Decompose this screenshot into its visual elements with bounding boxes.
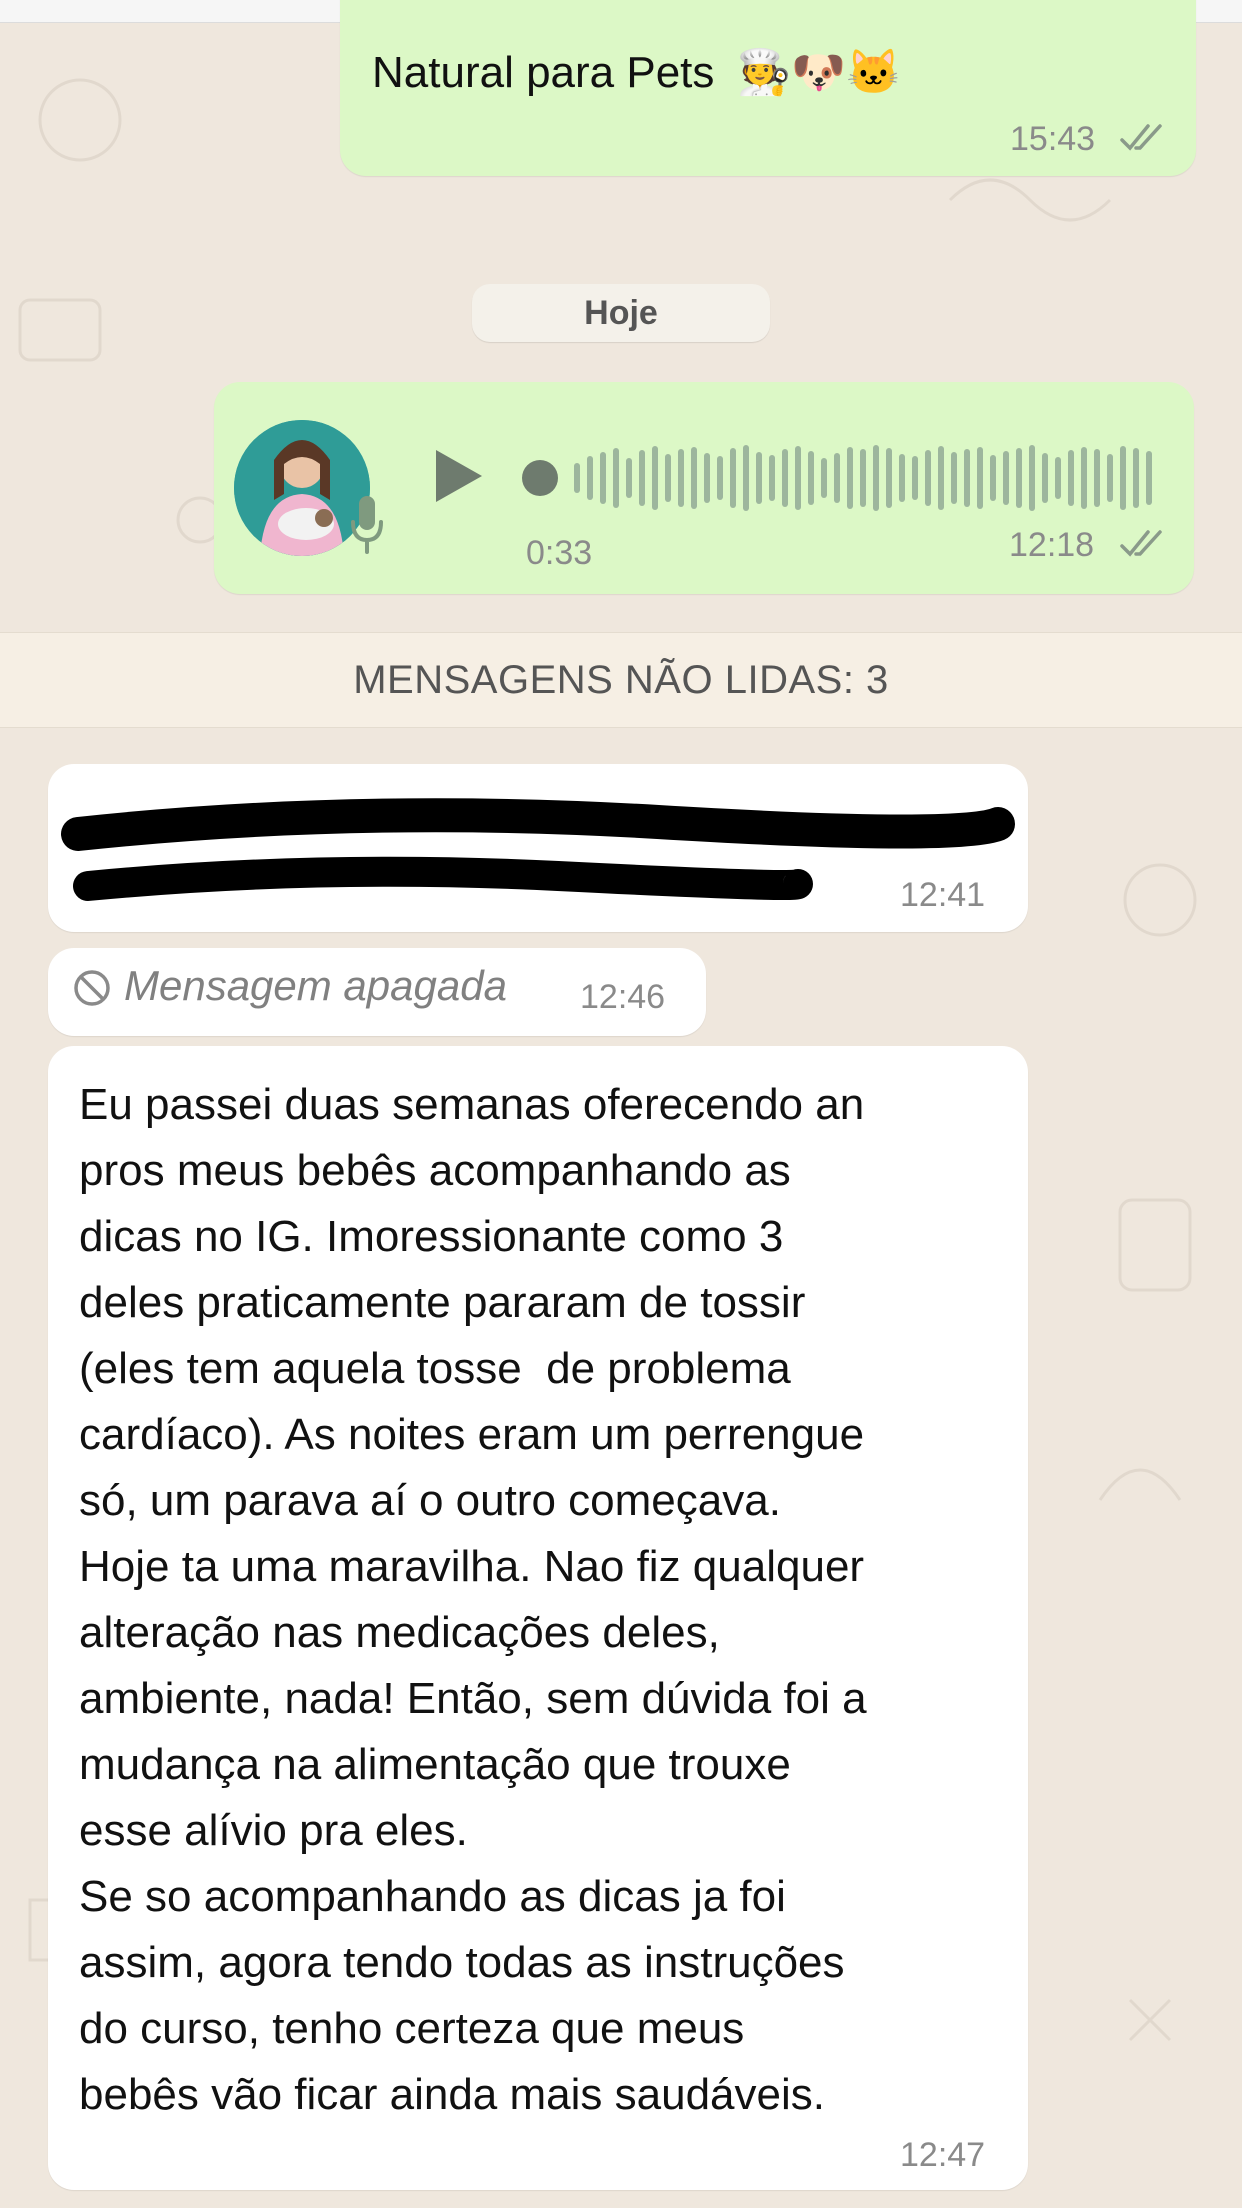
message-time: 15:43 xyxy=(1010,120,1096,158)
waveform-bar xyxy=(1042,453,1048,503)
waveform-bar xyxy=(574,463,580,493)
incoming-message-redacted[interactable]: 12:41 xyxy=(48,764,1028,932)
waveform-bar xyxy=(860,449,866,507)
audio-waveform[interactable] xyxy=(518,438,1158,518)
waveform-bar xyxy=(665,454,671,502)
waveform-bar xyxy=(587,456,593,500)
waveform-bar xyxy=(1146,451,1152,505)
waveform-bar xyxy=(691,447,697,509)
waveform-bar xyxy=(977,447,983,509)
audio-message[interactable]: 0:33 12:18 xyxy=(214,382,1194,594)
waveform-bar xyxy=(756,452,762,504)
waveform-bar xyxy=(1003,451,1009,505)
waveform-bar xyxy=(717,456,723,500)
waveform-bar xyxy=(613,448,619,508)
waveform-bar xyxy=(704,453,710,503)
waveform-bar xyxy=(821,458,827,498)
waveform-bar xyxy=(1133,448,1139,508)
waveform-bar xyxy=(899,454,905,502)
double-check-icon xyxy=(1120,124,1162,151)
deleted-message[interactable]: Mensagem apagada 12:46 xyxy=(48,948,706,1036)
waveform-bar xyxy=(626,458,632,498)
waveform-bar xyxy=(1068,450,1074,506)
waveform-bar xyxy=(938,446,944,510)
message-time: 12:18 xyxy=(1009,526,1095,564)
message-text: Natural para Pets xyxy=(372,48,715,97)
double-check-icon xyxy=(1120,530,1162,557)
waveform-bar xyxy=(1120,446,1126,510)
waveform-bar xyxy=(886,448,892,508)
waveform-bar xyxy=(873,445,879,511)
waveform-bar xyxy=(964,449,970,507)
waveform-bar xyxy=(834,453,840,503)
redaction-scribble xyxy=(61,798,1015,901)
waveform-bar xyxy=(795,446,801,510)
message-time: 12:41 xyxy=(900,876,986,914)
waveform-bar xyxy=(1094,449,1100,507)
waveform-bar xyxy=(847,447,853,509)
waveform-bar xyxy=(600,452,606,504)
waveform-bar xyxy=(743,445,749,511)
waveform-bar xyxy=(782,449,788,507)
waveform-bar xyxy=(1029,445,1035,511)
play-icon[interactable] xyxy=(432,446,486,506)
waveform-bar xyxy=(808,451,814,505)
waveform-bar xyxy=(678,449,684,507)
waveform-bar xyxy=(912,456,918,500)
unread-messages-banner: MENSAGENS NÃO LIDAS: 3 xyxy=(0,632,1242,728)
audio-duration: 0:33 xyxy=(526,534,593,572)
message-text: Eu passei duas semanas oferecendo an pro… xyxy=(79,1080,867,2119)
waveform-bar xyxy=(1081,447,1087,509)
waveform-bar xyxy=(1016,448,1022,508)
waveform-bar xyxy=(1107,454,1113,502)
waveform-bar xyxy=(730,448,736,508)
incoming-message[interactable]: Eu passei duas semanas oferecendo an pro… xyxy=(48,1046,1028,2190)
outgoing-message[interactable]: Natural para Pets 🧑‍🍳🐶🐱 15:43 xyxy=(340,0,1196,176)
waveform-bar xyxy=(951,452,957,504)
deleted-label: Mensagem apagada xyxy=(124,962,507,1009)
blocked-icon xyxy=(74,970,110,1006)
waveform-bar xyxy=(639,450,645,506)
waveform-bar xyxy=(652,446,658,510)
waveform-bar xyxy=(990,455,996,501)
waveform-bar xyxy=(1055,457,1061,499)
date-separator: Hoje xyxy=(472,284,770,342)
emoji-group: 🧑‍🍳🐶🐱 xyxy=(736,48,901,97)
message-time: 12:46 xyxy=(580,978,666,1016)
waveform-bar xyxy=(925,450,931,506)
microphone-icon xyxy=(351,496,383,554)
message-time: 12:47 xyxy=(900,2136,986,2174)
waveform-bar xyxy=(769,455,775,501)
